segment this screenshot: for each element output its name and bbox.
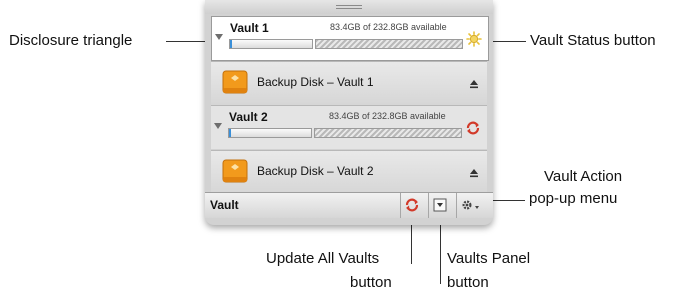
backup-disk-name: Backup Disk – Vault 2 bbox=[257, 164, 374, 178]
vault-label: Vault bbox=[210, 198, 239, 212]
vault-row-2[interactable]: Vault 2 83.4GB of 232.8GB available bbox=[211, 105, 487, 149]
vault-availability: 83.4GB of 232.8GB available bbox=[330, 22, 447, 32]
callout-vault-status-button: Vault Status button bbox=[530, 32, 656, 49]
vault-name: Vault 2 bbox=[229, 110, 268, 124]
vault-availability: 83.4GB of 232.8GB available bbox=[329, 111, 446, 121]
callout-update-all-vaults-1: Update All Vaults bbox=[266, 250, 380, 267]
backup-disk-name: Backup Disk – Vault 1 bbox=[257, 75, 374, 89]
refresh-icon[interactable] bbox=[465, 120, 481, 136]
gear-menu-icon bbox=[462, 200, 479, 210]
bottom-bar: Vault bbox=[205, 192, 493, 218]
vaults-panel-button[interactable] bbox=[428, 193, 451, 218]
vault-used-bar bbox=[228, 128, 312, 138]
vault-row-1[interactable]: Vault 1 83.4GB of 232.8GB available bbox=[211, 16, 489, 61]
update-all-vaults-button[interactable] bbox=[400, 193, 423, 218]
panel-icon bbox=[433, 198, 447, 212]
callout-vault-action-menu-2: pop-up menu bbox=[529, 190, 618, 207]
backup-disk-row-2[interactable]: Backup Disk – Vault 2 bbox=[211, 150, 487, 194]
disclosure-triangle-icon[interactable] bbox=[214, 123, 222, 129]
callout-line-vaults-panel bbox=[440, 218, 441, 284]
vault-name: Vault 1 bbox=[230, 21, 269, 35]
eject-icon[interactable] bbox=[469, 165, 479, 178]
callout-disclosure-triangle: Disclosure triangle bbox=[9, 32, 133, 49]
sun-icon[interactable] bbox=[466, 31, 482, 47]
hard-disk-icon bbox=[222, 158, 248, 184]
callout-vault-action-menu-1: Vault Action bbox=[544, 168, 623, 185]
vault-action-menu[interactable] bbox=[456, 193, 487, 218]
eject-icon[interactable] bbox=[469, 76, 479, 89]
vaults-panel: Vault 1 83.4GB of 232.8GB available Back… bbox=[205, 0, 493, 225]
hard-disk-icon bbox=[222, 69, 248, 95]
disclosure-triangle-icon[interactable] bbox=[215, 34, 223, 40]
callout-update-all-vaults-2: button bbox=[350, 274, 392, 291]
callout-vaults-panel-1: Vaults Panel bbox=[447, 250, 531, 267]
vault-free-bar bbox=[314, 128, 462, 138]
resize-grip[interactable] bbox=[205, 0, 493, 14]
backup-disk-row-1[interactable]: Backup Disk – Vault 1 bbox=[211, 61, 487, 105]
callout-vaults-panel-2: button bbox=[447, 274, 489, 291]
vault-free-bar bbox=[315, 39, 463, 49]
refresh-icon bbox=[405, 198, 419, 212]
vault-used-bar bbox=[229, 39, 313, 49]
